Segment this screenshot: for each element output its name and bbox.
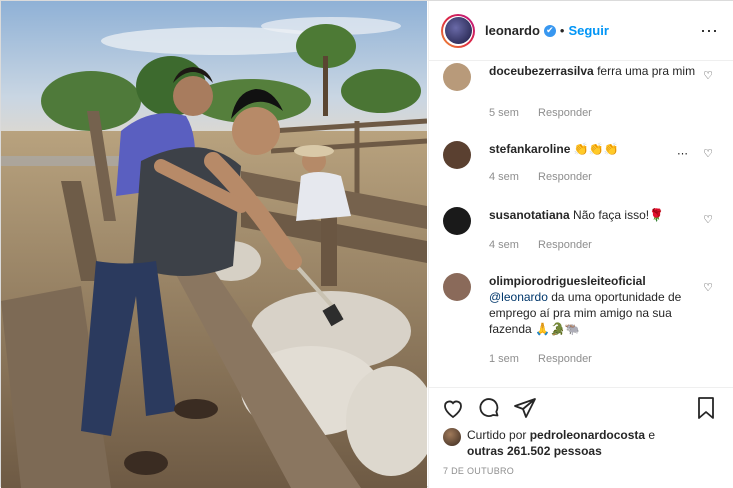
avatar-image <box>444 17 472 44</box>
post-image <box>1 1 427 488</box>
reply-button[interactable]: Responder <box>538 239 592 251</box>
comment-meta: 4 sem Responder <box>489 239 608 251</box>
comment-meta: 4 sem Responder <box>489 171 608 183</box>
follow-button[interactable]: Seguir <box>568 23 608 38</box>
comment-meta: 5 sem Responder <box>489 107 608 119</box>
liker-avatar[interactable] <box>443 428 461 446</box>
comment-meta: 1 sem Responder <box>489 353 608 365</box>
comment-username[interactable]: susanotatiana <box>489 208 570 222</box>
comment-like-heart-icon[interactable]: ♡ <box>703 213 713 226</box>
comment-text: Não faça isso!🌹 <box>573 208 665 222</box>
comment-time[interactable]: 4 sem <box>489 239 519 251</box>
heart-icon[interactable] <box>441 396 465 425</box>
comment-like-heart-icon[interactable]: ♡ <box>703 281 713 294</box>
comment-avatar[interactable] <box>443 63 471 91</box>
comment-time[interactable]: 5 sem <box>489 107 519 119</box>
avatar-inner <box>443 15 473 46</box>
post-sidebar: leonardo ✔ • Seguir ⋯ doceubezerrasilva … <box>428 1 733 488</box>
reply-button[interactable]: Responder <box>538 107 592 119</box>
likes-middle: e <box>648 428 656 442</box>
bookmark-icon[interactable] <box>695 396 717 425</box>
comment-body: stefankaroline 👏👏👏 <box>489 141 699 157</box>
comment-more-icon[interactable]: ⋯ <box>677 147 689 160</box>
comment-avatar[interactable] <box>443 273 471 301</box>
comment-username[interactable]: olimpiorodriguesleiteoficial <box>489 274 646 288</box>
comment-text: 👏👏👏 <box>573 142 619 156</box>
comment-username[interactable]: stefankaroline <box>489 142 570 156</box>
action-bar <box>429 387 733 427</box>
share-icon[interactable] <box>513 396 537 425</box>
comment-body: doceubezerrasilva ferra uma pra mim <box>489 63 699 79</box>
comment-icon[interactable] <box>477 396 501 425</box>
comment-time[interactable]: 4 sem <box>489 171 519 183</box>
comment-avatar[interactable] <box>443 207 471 235</box>
comment-like-heart-icon[interactable]: ♡ <box>703 69 713 82</box>
author-username[interactable]: leonardo <box>485 23 540 38</box>
comments-list[interactable]: doceubezerrasilva ferra uma pra mim 5 se… <box>429 61 733 386</box>
comment-body: olimpiorodriguesleiteoficial @leonardo d… <box>489 273 699 337</box>
post-photo[interactable] <box>1 1 427 488</box>
likes-count[interactable]: outras 261.502 pessoas <box>467 444 602 458</box>
comment-avatar[interactable] <box>443 141 471 169</box>
comment-username[interactable]: doceubezerrasilva <box>489 64 594 78</box>
comment-body: susanotatiana Não faça isso!🌹 <box>489 207 699 223</box>
instagram-post: leonardo ✔ • Seguir ⋯ doceubezerrasilva … <box>0 0 733 488</box>
likes-text: Curtido por pedroleonardocosta e outras … <box>467 427 723 459</box>
comment-time[interactable]: 1 sem <box>489 353 519 365</box>
comment-like-heart-icon[interactable]: ♡ <box>703 147 713 160</box>
liker-username[interactable]: pedroleonardocosta <box>530 428 645 442</box>
verified-badge-icon: ✔ <box>543 24 556 37</box>
comment-mention[interactable]: @leonardo <box>489 290 548 304</box>
comment-text: ferra uma pra mim <box>597 64 696 78</box>
reply-button[interactable]: Responder <box>538 171 592 183</box>
likes-summary: Curtido por pedroleonardocosta e outras … <box>443 427 723 459</box>
separator-dot: • <box>559 23 565 38</box>
post-date[interactable]: 7 DE OUTUBRO <box>443 466 514 476</box>
post-header: leonardo ✔ • Seguir ⋯ <box>429 1 733 61</box>
more-options-icon[interactable]: ⋯ <box>700 21 719 42</box>
likes-prefix: Curtido por <box>467 428 527 442</box>
author-avatar[interactable] <box>441 13 475 48</box>
reply-button[interactable]: Responder <box>538 353 592 365</box>
